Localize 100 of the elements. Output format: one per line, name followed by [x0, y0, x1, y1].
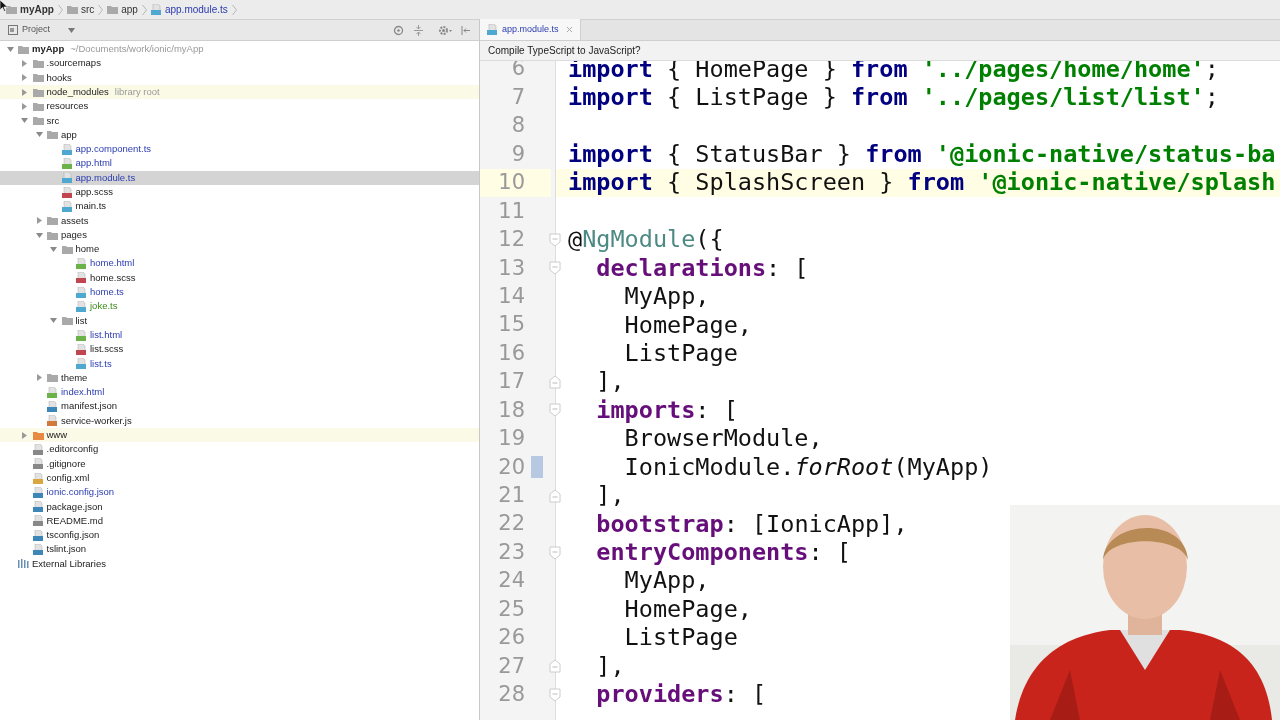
breadcrumb[interactable]: app.module.ts	[164, 2, 228, 17]
tree-row[interactable]: hooks	[0, 70, 479, 85]
tree-row[interactable]: ionic.config.json	[0, 485, 479, 500]
folder-icon	[47, 129, 58, 141]
line-number: 21	[498, 482, 525, 510]
file-name: list.html	[90, 327, 123, 342]
folder-icon	[47, 229, 58, 241]
line-number: 11	[498, 197, 525, 225]
change-marker[interactable]	[531, 456, 543, 479]
expanded-arrow-icon[interactable]	[6, 45, 14, 53]
file-icon	[76, 343, 87, 355]
tree-row[interactable]: list.scss	[0, 342, 479, 357]
tree-row[interactable]: resources	[0, 99, 479, 114]
tree-row[interactable]: www	[0, 428, 479, 443]
fold-icon[interactable]	[549, 403, 561, 418]
file-icon	[61, 172, 73, 184]
expanded-arrow-icon[interactable]	[35, 231, 43, 239]
line-number: 9	[511, 140, 525, 168]
fold-icon[interactable]	[549, 687, 561, 702]
tree-row[interactable]: src	[0, 113, 479, 128]
tree-row[interactable]: home.scss	[0, 270, 479, 286]
tree-row[interactable]: node_modules library root	[0, 84, 479, 100]
tree-row[interactable]: joke.ts	[0, 299, 479, 314]
file-name: main.ts	[75, 199, 107, 214]
tree-row[interactable]: service-worker.js	[0, 413, 479, 428]
collapsed-arrow-icon[interactable]	[21, 88, 28, 96]
tree-row[interactable]: myApp ~/Documents/work/ionic/myApp	[0, 42, 479, 57]
file-name: tslint.json	[46, 542, 87, 557]
expanded-arrow-icon[interactable]	[50, 317, 57, 325]
file-icon	[76, 329, 87, 341]
tree-row[interactable]: .gitignore	[0, 456, 479, 471]
expanded-arrow-icon[interactable]	[21, 117, 28, 125]
folder-icon	[18, 43, 29, 55]
tree-row[interactable]: list	[0, 313, 479, 328]
collapsed-arrow-icon[interactable]	[21, 74, 28, 82]
file-name: .gitignore	[46, 456, 86, 471]
caret-icon[interactable]	[68, 27, 75, 33]
tree-row[interactable]: list.ts	[0, 356, 479, 371]
file-name: app	[61, 127, 77, 142]
tree-row[interactable]: app.html	[0, 156, 479, 171]
panel-title: Project	[22, 23, 50, 37]
editor-tab[interactable]: app.module.ts	[480, 19, 581, 40]
tree-row[interactable]: home.ts	[0, 285, 479, 300]
tree-row[interactable]: app.component.ts	[0, 142, 479, 157]
tree-row[interactable]: app	[0, 127, 479, 143]
file-icon	[32, 458, 44, 470]
file-icon	[32, 501, 44, 513]
tree-row[interactable]: tsconfig.json	[0, 528, 479, 543]
path-note: library root	[114, 84, 160, 99]
fold-icon[interactable]	[549, 261, 561, 276]
collapsed-arrow-icon[interactable]	[35, 374, 43, 382]
close-icon[interactable]	[565, 26, 573, 33]
collapsed-arrow-icon[interactable]	[21, 102, 28, 110]
project-icon	[8, 25, 18, 35]
tree-row[interactable]: .sourcemaps	[0, 56, 479, 71]
tree-row[interactable]: External Libraries	[0, 556, 479, 571]
file-name: README.md	[46, 513, 103, 528]
tree-row[interactable]: .editorconfig	[0, 442, 479, 457]
tree-row[interactable]: README.md	[0, 513, 479, 529]
tree-row[interactable]: package.json	[0, 499, 479, 514]
breadcrumb[interactable]: myApp	[20, 2, 54, 17]
tree-row[interactable]: list.html	[0, 327, 479, 343]
tree-row[interactable]: main.ts	[0, 199, 479, 214]
collapsed-arrow-icon[interactable]	[35, 217, 43, 225]
folder-icon	[32, 115, 44, 127]
tree-row[interactable]: home.html	[0, 256, 479, 271]
breadcrumb[interactable]: src	[80, 2, 95, 17]
collapsed-arrow-icon[interactable]	[21, 431, 28, 439]
locate-icon[interactable]	[393, 24, 404, 36]
tree-row[interactable]: config.xml	[0, 470, 479, 486]
tree-row[interactable]: tslint.json	[0, 542, 479, 557]
expanded-arrow-icon[interactable]	[50, 245, 57, 253]
code-line: ListPage	[623, 622, 738, 654]
file-name: tsconfig.json	[46, 528, 100, 543]
fold-icon[interactable]	[549, 545, 561, 560]
hide-panel-icon[interactable]	[461, 24, 471, 36]
line-number: 8	[511, 112, 525, 140]
code-line: import { ListPage } from '../pages/list/list';	[568, 82, 1219, 114]
fold-icon[interactable]	[549, 375, 561, 390]
line-number: 24	[498, 567, 525, 595]
collapsed-arrow-icon[interactable]	[21, 59, 28, 67]
tree-row[interactable]: app.module.ts	[0, 170, 479, 185]
notification-bar: Compile TypeScript to JavaScript?	[480, 41, 1280, 61]
breadcrumb[interactable]: app	[121, 2, 138, 17]
tree-row[interactable]: pages	[0, 227, 479, 243]
tree-row[interactable]: home	[0, 242, 479, 257]
file-icon	[32, 544, 44, 556]
tree-row[interactable]: assets	[0, 213, 479, 228]
tree-row[interactable]: theme	[0, 370, 479, 386]
settings-icon[interactable]	[438, 24, 452, 36]
collapse-icon[interactable]	[413, 24, 424, 36]
fold-icon[interactable]	[549, 232, 561, 247]
tree-row[interactable]: app.scss	[0, 184, 479, 200]
file-name: External Libraries	[32, 556, 106, 571]
code-line: import { StatusBar } from '@ionic-native/status-ba	[568, 138, 1276, 170]
fold-icon[interactable]	[549, 488, 561, 503]
tree-row[interactable]: index.html	[0, 385, 479, 400]
tree-row[interactable]: manifest.json	[0, 399, 479, 414]
expanded-arrow-icon[interactable]	[35, 131, 43, 139]
fold-icon[interactable]	[549, 659, 561, 674]
